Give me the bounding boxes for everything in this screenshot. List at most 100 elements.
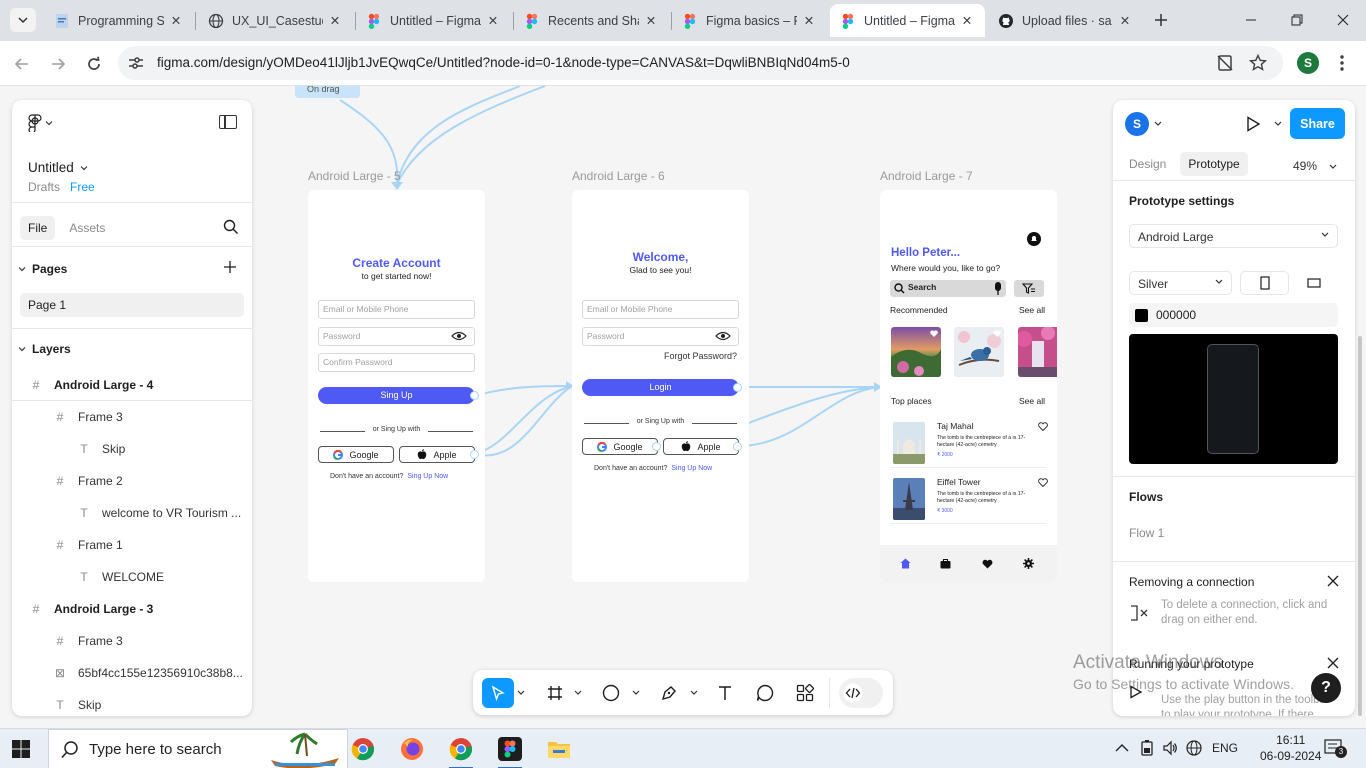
close-icon[interactable] — [1327, 575, 1339, 587]
tab-file[interactable]: File — [20, 216, 56, 240]
battery-icon[interactable] — [1140, 740, 1154, 756]
device-select[interactable]: Android Large — [1129, 224, 1338, 248]
screenshot-off-icon[interactable] — [1216, 54, 1234, 72]
chevron-down-icon[interactable] — [632, 690, 640, 696]
device-color-select[interactable]: Silver — [1129, 271, 1232, 295]
frame-android-large-6[interactable]: Welcome, Glad to see you! Email or Mobil… — [572, 190, 749, 582]
back-button[interactable] — [8, 50, 36, 78]
frame-label[interactable]: Android Large - 7 — [880, 169, 973, 183]
connection-handle[interactable] — [733, 383, 742, 392]
layer-row[interactable]: T Skip — [12, 689, 252, 716]
layer-row[interactable]: # Frame 1 — [12, 529, 252, 561]
browser-menu-icon[interactable] — [1334, 52, 1350, 74]
chevron-down-icon[interactable] — [517, 690, 525, 696]
layer-row[interactable]: # Frame 2 — [12, 465, 252, 497]
browser-tab[interactable]: Programming Sk ✕ — [44, 4, 194, 37]
reload-button[interactable] — [80, 50, 108, 78]
pen-tool[interactable] — [657, 678, 681, 708]
frame-android-large-5[interactable]: Create Account to get started now! Email… — [308, 190, 485, 582]
search-icon[interactable] — [223, 219, 239, 235]
notification-center-button[interactable]: 3 — [1324, 739, 1347, 758]
background-hex[interactable]: 000000 — [1156, 308, 1196, 322]
connection-handle[interactable] — [470, 450, 479, 459]
network-globe-icon[interactable] — [1186, 740, 1202, 756]
tab-prototype[interactable]: Prototype — [1180, 152, 1248, 176]
forward-button[interactable] — [44, 50, 72, 78]
connection-handle[interactable] — [652, 442, 661, 451]
browser-profile-avatar[interactable]: S — [1297, 52, 1319, 74]
minimize-button[interactable] — [1228, 0, 1274, 40]
layers-header[interactable]: Layers — [18, 342, 71, 356]
frame-label[interactable]: Android Large - 5 — [308, 169, 401, 183]
address-bar[interactable]: figma.com/design/yOMDeo41lJljb1JvEQwqCe/… — [118, 46, 1283, 80]
dev-mode-toggle[interactable] — [839, 678, 883, 708]
share-button[interactable]: Share — [1290, 108, 1345, 139]
restore-button[interactable] — [1274, 0, 1320, 40]
browser-tab[interactable]: Upload files · sa ✕ — [988, 4, 1143, 37]
comment-tool[interactable] — [753, 678, 777, 708]
layer-row[interactable]: T Skip — [12, 433, 252, 465]
layer-row[interactable]: T WELCOME — [12, 561, 252, 593]
tab-design[interactable]: Design — [1121, 152, 1174, 176]
layer-row[interactable]: # Android Large - 3 — [12, 593, 252, 625]
chrome-taskbar-icon-active[interactable] — [447, 735, 475, 768]
layer-row[interactable]: Twelcome to VR Tourism ... — [12, 497, 252, 529]
close-window-button[interactable] — [1320, 0, 1366, 40]
main-menu-button[interactable] — [28, 114, 53, 132]
sidebar-toggle-icon[interactable] — [219, 115, 237, 129]
chevron-down-icon[interactable] — [690, 690, 698, 696]
close-icon[interactable]: ✕ — [643, 13, 659, 29]
file-location[interactable]: Drafts — [28, 180, 60, 194]
text-tool[interactable] — [713, 678, 737, 708]
browser-tab[interactable]: Recents and Sha ✕ — [514, 4, 669, 37]
close-icon[interactable]: ✕ — [801, 13, 817, 29]
chevron-down-icon[interactable] — [1154, 121, 1162, 127]
help-button[interactable]: ? — [1311, 673, 1341, 703]
portrait-button[interactable] — [1240, 271, 1289, 295]
browser-tab[interactable]: Untitled – Figma ✕ — [356, 4, 511, 37]
pages-header[interactable]: Pages — [18, 262, 67, 276]
file-explorer-taskbar-icon[interactable] — [545, 735, 573, 763]
panel-scrollbar[interactable] — [1358, 336, 1362, 716]
site-settings-icon[interactable] — [127, 54, 145, 72]
bookmark-star-icon[interactable] — [1249, 54, 1267, 72]
layer-row[interactable]: ⊠ 65bf4cc155e12356910c38b8... — [12, 657, 252, 689]
chevron-down-icon[interactable] — [574, 690, 582, 696]
move-tool[interactable] — [482, 678, 514, 708]
browser-tab[interactable]: UX_UI_Casestud ✕ — [198, 4, 353, 37]
chrome-taskbar-icon[interactable] — [349, 735, 377, 763]
color-swatch[interactable] — [1135, 308, 1148, 322]
plan-badge[interactable]: Free — [70, 180, 95, 194]
layer-row[interactable]: # Android Large - 4 — [12, 369, 252, 401]
background-color-field[interactable]: 000000 — [1129, 303, 1338, 327]
connection-handle[interactable] — [733, 442, 742, 451]
user-avatar[interactable]: S — [1125, 112, 1149, 136]
volume-icon[interactable] — [1162, 740, 1178, 756]
close-icon[interactable]: ✕ — [1117, 13, 1133, 29]
close-icon[interactable]: ✕ — [485, 13, 501, 29]
connection-handle[interactable] — [470, 391, 479, 400]
landscape-button[interactable] — [1289, 271, 1338, 295]
tab-assets[interactable]: Assets — [61, 216, 113, 240]
firefox-taskbar-icon[interactable] — [398, 735, 426, 763]
chevron-up-icon[interactable] — [1115, 743, 1129, 753]
figma-canvas[interactable]: On drag Android Large - 5 Create Account… — [0, 86, 1366, 728]
zoom-control[interactable]: 49% — [1293, 159, 1337, 173]
shape-tool[interactable] — [599, 678, 623, 708]
new-tab-button[interactable] — [1150, 9, 1172, 31]
frame-android-large-7[interactable]: Hello Peter... Where would you, like to … — [880, 190, 1057, 582]
frame-tool[interactable] — [543, 678, 567, 708]
chevron-down-icon[interactable] — [1274, 121, 1282, 127]
close-icon[interactable]: ✕ — [168, 13, 184, 29]
taskbar-search[interactable]: Type here to search — [48, 729, 348, 768]
interaction-chip[interactable]: On drag — [295, 86, 360, 98]
file-name[interactable]: Untitled — [28, 160, 88, 175]
add-page-icon[interactable] — [223, 260, 237, 274]
actions-tool[interactable] — [793, 678, 817, 708]
frame-label[interactable]: Android Large - 6 — [572, 169, 665, 183]
tab-search-button[interactable] — [10, 8, 36, 32]
language-indicator[interactable]: ENG — [1212, 741, 1238, 755]
close-icon[interactable] — [1327, 657, 1339, 669]
system-clock[interactable]: 16:11 06-09-2024 — [1260, 732, 1321, 764]
flow-item[interactable]: Flow 1 — [1129, 526, 1164, 540]
